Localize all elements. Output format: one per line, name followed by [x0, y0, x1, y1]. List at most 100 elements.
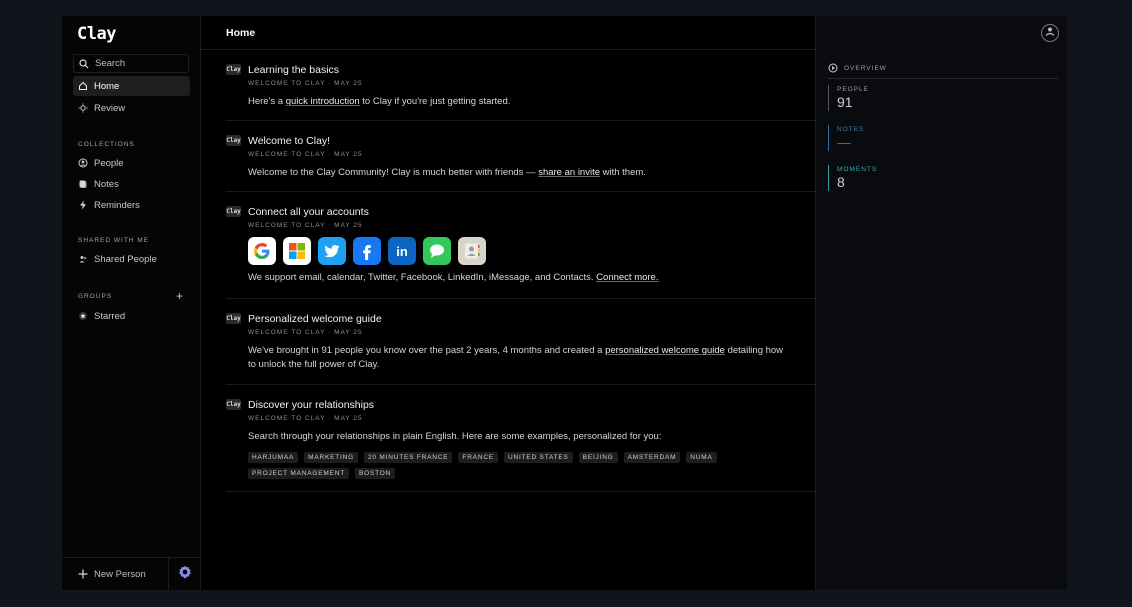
stat-value: 91 — [837, 94, 853, 110]
card-title: Welcome to Clay! — [248, 135, 331, 147]
new-person-label: New Person — [94, 568, 146, 580]
notes-icon — [78, 179, 88, 189]
google-icon[interactable] — [248, 237, 276, 265]
search-tag[interactable]: BEIJING — [578, 452, 618, 463]
page-title: Home — [201, 16, 815, 50]
clay-badge: Clay — [226, 206, 241, 217]
sidebar-item-label: Notes — [94, 178, 119, 190]
share-invite-link[interactable]: share an invite — [538, 167, 600, 178]
card-meta: WELCOME TO CLAY · MAY 25 — [248, 415, 363, 422]
facebook-icon[interactable] — [353, 237, 381, 265]
sidebar-item-review[interactable]: Review — [73, 98, 190, 118]
sidebar-item-label: Reminders — [94, 199, 140, 211]
card-meta: WELCOME TO CLAY · MAY 25 — [248, 151, 363, 158]
sidebar-item-label: Home — [94, 80, 120, 92]
sidebar-item-label: Review — [94, 102, 126, 114]
connect-more-link[interactable]: Connect more. — [596, 272, 658, 283]
sidebar-item-notes[interactable]: Notes — [73, 174, 190, 194]
card-title: Learning the basics — [248, 64, 340, 76]
example-tags: HARJUMAA MARKETING 20 MINUTES FRANCE FRA… — [248, 452, 768, 491]
search-tag[interactable]: PROJECT MANAGEMENT — [248, 468, 350, 479]
main-content: Home Clay Learning the basics WELCOME TO… — [201, 16, 816, 590]
feed-card[interactable]: Clay Learning the basics WELCOME TO CLAY… — [226, 50, 815, 121]
feed-card[interactable]: Clay Discover your relationships WELCOME… — [226, 385, 815, 492]
overview-heading: OVERVIEW — [828, 59, 1058, 79]
card-meta: WELCOME TO CLAY · MAY 25 — [248, 222, 363, 229]
card-text: We've brought in 91 people you know over… — [248, 345, 606, 356]
search-tag[interactable]: FRANCE — [458, 452, 498, 463]
card-body: Search through your relationships in pla… — [248, 431, 662, 442]
search-label: Search — [95, 58, 126, 69]
search-tag[interactable]: AMSTERDAM — [623, 452, 681, 463]
clay-badge: Clay — [226, 399, 241, 410]
shared-people-icon — [78, 254, 88, 264]
sidebar-footer: New Person — [62, 557, 201, 590]
card-title: Connect all your accounts — [248, 206, 369, 218]
sidebar-item-reminders[interactable]: Reminders — [73, 195, 190, 215]
stat-label: MOMENTS — [837, 166, 878, 173]
card-text: Here's a — [248, 96, 286, 107]
account-icons: in — [248, 237, 815, 265]
card-meta: WELCOME TO CLAY · MAY 25 — [248, 80, 363, 87]
sidebar-item-label: Starred — [94, 310, 126, 322]
star-icon — [78, 311, 88, 321]
search-icon — [79, 58, 89, 69]
clay-badge: Clay — [226, 135, 241, 146]
search-tag[interactable]: HARJUMAA — [248, 452, 299, 463]
sidebar-item-starred[interactable]: Starred — [73, 306, 190, 326]
overview-panel: OVERVIEW PEOPLE 91 NOTES — MOMENTS 8 — [816, 16, 1067, 590]
search-tag[interactable]: UNITED STATES — [503, 452, 573, 463]
card-title: Personalized welcome guide — [248, 313, 382, 325]
quick-introduction-link[interactable]: quick introduction — [286, 96, 360, 107]
new-person-button[interactable]: New Person — [62, 558, 169, 590]
twitter-icon[interactable] — [318, 237, 346, 265]
settings-button[interactable] — [169, 558, 201, 590]
clay-logo[interactable]: Clay — [77, 24, 116, 44]
person-circle-icon — [78, 158, 88, 168]
clay-badge: Clay — [226, 313, 241, 324]
card-text: We support email, calendar, Twitter, Fac… — [248, 272, 597, 283]
card-text: with them. — [600, 167, 646, 178]
overview-label: OVERVIEW — [844, 65, 887, 72]
stat-people[interactable]: PEOPLE 91 — [828, 85, 928, 111]
contacts-icon[interactable] — [458, 237, 486, 265]
imessage-icon[interactable] — [423, 237, 451, 265]
search-tag[interactable]: 20 MINUTES FRANCE — [364, 452, 453, 463]
card-body: We support email, calendar, Twitter, Fac… — [248, 271, 815, 285]
stat-value: 8 — [837, 174, 845, 190]
welcome-guide-link[interactable]: personalized welcome guide — [605, 345, 725, 356]
card-meta: WELCOME TO CLAY · MAY 25 — [248, 329, 363, 336]
stat-notes[interactable]: NOTES — — [828, 125, 928, 151]
app-window: Clay Search Home Review COLLECTIONS Peop — [62, 16, 1067, 590]
card-text: Welcome to the Clay Community! Clay is m… — [248, 167, 539, 178]
sidebar-item-people[interactable]: People — [73, 153, 190, 173]
feed-card[interactable]: Clay Personalized welcome guide WELCOME … — [226, 299, 815, 385]
stat-moments[interactable]: MOMENTS 8 — [828, 165, 928, 191]
overview-icon — [828, 63, 838, 75]
sidebar-item-label: People — [94, 157, 124, 169]
search-tag[interactable]: MARKETING — [304, 452, 358, 463]
card-body: Welcome to the Clay Community! Clay is m… — [248, 166, 815, 180]
microsoft-icon[interactable] — [283, 237, 311, 265]
profile-button[interactable] — [1041, 24, 1059, 42]
shared-heading: SHARED WITH ME — [78, 237, 150, 244]
feed-card[interactable]: Clay Connect all your accounts WELCOME T… — [226, 192, 815, 299]
linkedin-icon[interactable]: in — [388, 237, 416, 265]
groups-heading: GROUPS — [78, 293, 113, 300]
sidebar: Clay Search Home Review COLLECTIONS Peop — [62, 16, 201, 590]
sidebar-item-home[interactable]: Home — [73, 76, 190, 96]
sun-icon — [78, 103, 88, 113]
clay-badge: Clay — [226, 64, 241, 75]
add-group-button[interactable]: + — [176, 290, 183, 302]
user-avatar-icon — [1044, 24, 1056, 42]
plus-icon — [78, 569, 88, 579]
search-tag[interactable]: BOSTON — [355, 468, 396, 479]
sidebar-item-label: Shared People — [94, 253, 157, 265]
feed-card[interactable]: Clay Welcome to Clay! WELCOME TO CLAY · … — [226, 121, 815, 192]
stat-label: NOTES — [837, 126, 865, 133]
search-input[interactable]: Search — [73, 54, 189, 73]
card-text: to Clay if you're just getting started. — [359, 96, 511, 107]
card-body: Here's a quick introduction to Clay if y… — [248, 95, 815, 109]
search-tag[interactable]: NUMA — [686, 452, 717, 463]
sidebar-item-shared-people[interactable]: Shared People — [73, 249, 190, 269]
